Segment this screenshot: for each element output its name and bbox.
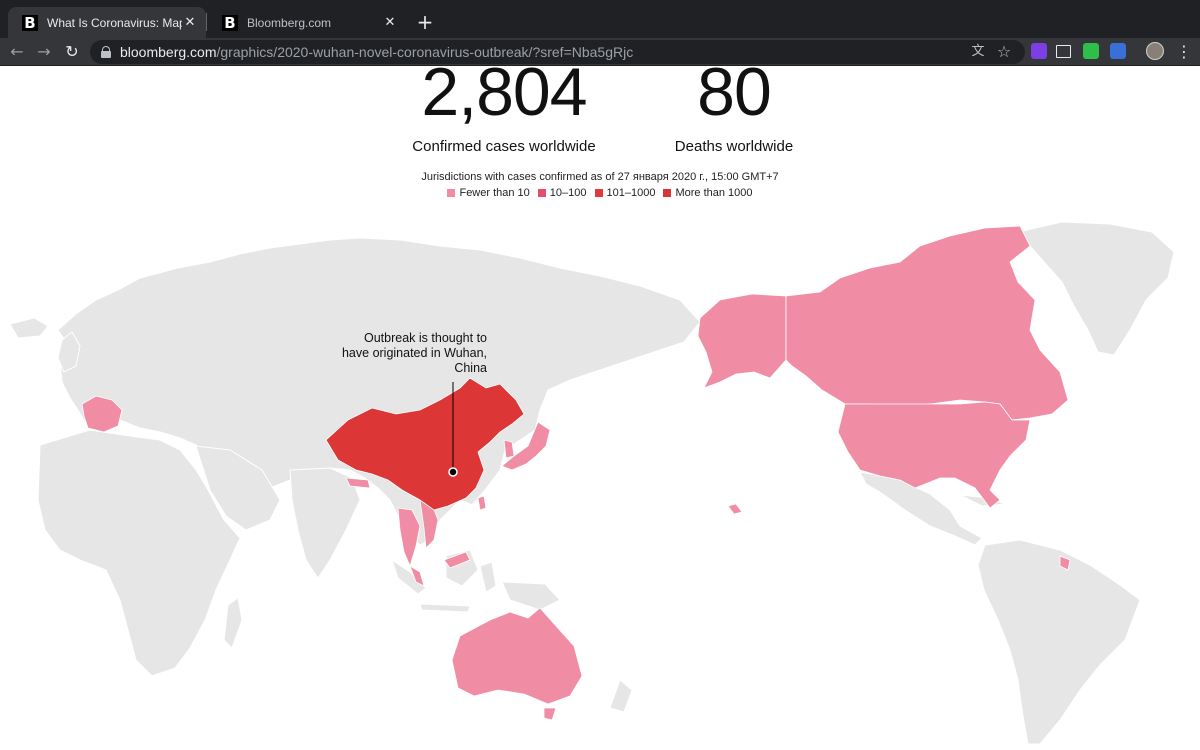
map-region-alaska [697,293,787,389]
legend-item: 10–100 [537,187,587,199]
url-host: bloomberg.com [120,44,217,60]
deaths-label: Deaths worldwide [674,138,794,155]
legend-swatch [447,189,456,197]
extension-purple-icon[interactable] [1031,43,1047,59]
legend-swatch [663,189,672,197]
legend-label: More than 1000 [675,187,753,199]
browser-tab-strip: B What Is Coronavirus: Mapping th ✕ B Bl… [0,0,1200,38]
bookmark-star-icon[interactable]: ☆ [996,44,1012,60]
map-region-iceland [9,317,49,339]
page-content: 2,804 Confirmed cases worldwide 80 Death… [0,66,1200,750]
profile-avatar[interactable] [1146,42,1164,60]
annotation-line: have originated in Wuhan, [341,346,487,360]
extension-monitor-icon[interactable] [1056,45,1071,58]
map-region-hawaii [727,503,743,515]
map-region-java [419,603,471,613]
annotation-line: China [454,361,487,375]
lock-icon[interactable] [101,46,111,58]
browser-toolbar: ← → ↻ bloomberg.com/graphics/2020-wuhan-… [0,38,1200,66]
extension-translate-icon[interactable] [1110,43,1126,59]
url-path: /graphics/2020-wuhan-novel-coronavirus-o… [216,44,634,60]
legend-swatch [594,189,603,197]
address-bar[interactable]: bloomberg.com/graphics/2020-wuhan-novel-… [90,40,1025,64]
legend-label: 10–100 [549,187,587,199]
legend-title: Jurisdictions with cases confirmed as of… [421,171,779,183]
world-map [9,221,1175,745]
confirmed-cases-label: Confirmed cases worldwide [412,138,596,155]
map-region-south-america [977,539,1141,745]
bloomberg-favicon-icon: B [22,14,38,32]
forward-arrow-icon[interactable]: → [33,41,55,63]
annotation-line: Outbreak is thought to [364,331,487,345]
legend-swatch [537,189,546,197]
legend-item: More than 1000 [663,187,753,199]
url-text[interactable]: bloomberg.com/graphics/2020-wuhan-novel-… [120,44,633,60]
map-region-taiwan [477,495,487,511]
reload-icon[interactable]: ↻ [61,41,83,63]
bloomberg-favicon-icon: B [222,14,238,32]
map-region-sulawesi [479,561,497,593]
map-region-tasmania [543,707,557,721]
confirmed-cases-value: 2,804 [421,66,587,130]
legend-label: 101–1000 [606,187,656,199]
map-region-madagascar [223,597,243,649]
map-legend: Fewer than 10 10–100 101–1000 More than … [0,187,1200,199]
browser-menu-icon[interactable]: ⋮ [1176,41,1192,63]
map-region-greenland [1017,221,1175,356]
tab-bloomberg[interactable]: B Bloomberg.com ✕ [208,7,406,38]
tab-title: What Is Coronavirus: Mapping th [47,15,182,30]
back-arrow-icon[interactable]: ← [6,41,28,63]
wuhan-annotation: Outbreak is thought to have originated i… [330,331,487,376]
map-region-australia [451,607,583,705]
wuhan-marker [448,467,458,477]
map-region-canada [785,225,1069,421]
extension-green-icon[interactable] [1083,43,1099,59]
map-region-new-guinea [501,581,561,611]
new-tab-icon[interactable]: + [414,12,436,34]
close-tab-icon[interactable]: ✕ [382,15,398,31]
map-region-new-zealand [609,679,633,713]
tab-divider [206,13,207,31]
legend-label: Fewer than 10 [459,187,530,199]
map-region-usa [837,401,1031,509]
legend-item: Fewer than 10 [447,187,530,199]
deaths-value: 80 [697,66,772,130]
tab-coronavirus-map[interactable]: B What Is Coronavirus: Mapping th ✕ [8,7,206,38]
map-region-south-korea [503,439,515,459]
close-tab-icon[interactable]: ✕ [182,15,198,31]
legend-item: 101–1000 [594,187,656,199]
translate-icon[interactable]: 文 [970,44,986,60]
tab-title: Bloomberg.com [247,15,332,30]
